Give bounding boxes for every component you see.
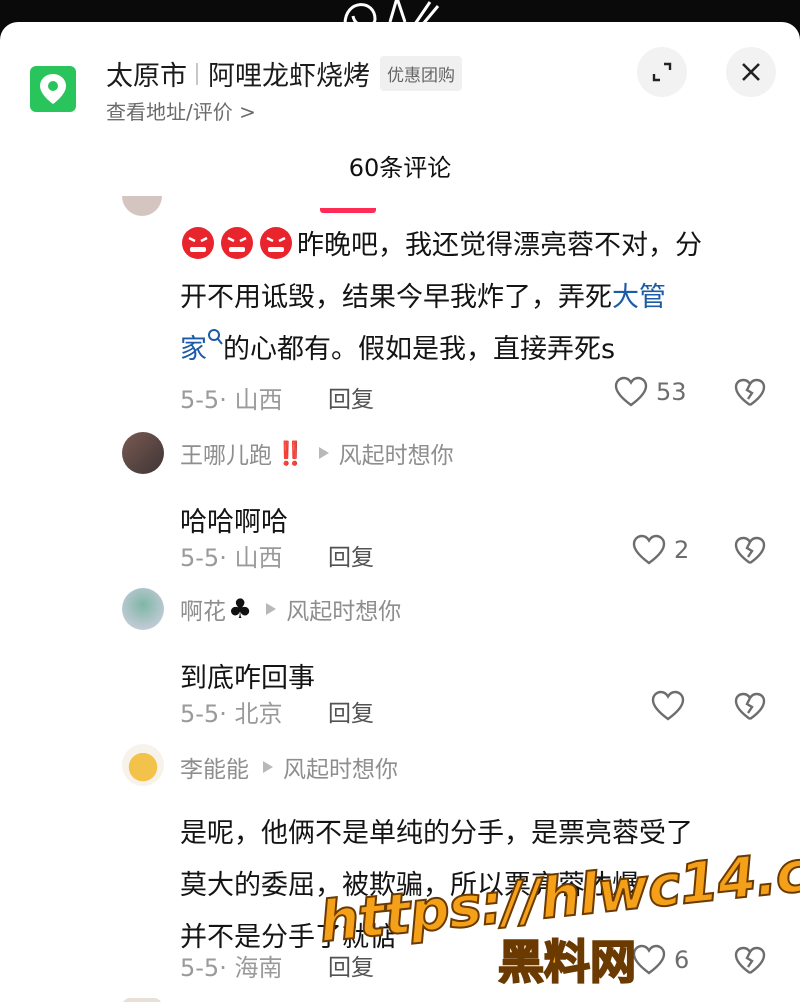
search-link[interactable]: 家 — [180, 334, 207, 365]
reply-arrow-icon — [318, 447, 329, 459]
username[interactable]: 李能能 — [180, 750, 249, 784]
avatar[interactable] — [122, 432, 164, 474]
broken-heart-icon — [734, 692, 766, 720]
like-count: 53 — [656, 378, 687, 406]
double-exclamation-icon: ‼️ — [276, 440, 305, 467]
comment-text-line: 昨晚吧，我还觉得漂亮蓉不对，分 — [180, 220, 702, 278]
comment-author-row: 啊花 ♣ 风起时想你 — [180, 592, 401, 626]
dislike-button[interactable] — [734, 692, 766, 726]
comment-text: 是呢，他俩不是单纯的分手，是票亮蓉受了 — [180, 818, 693, 849]
avatar[interactable] — [122, 744, 164, 786]
reply-button[interactable]: 回复 — [328, 538, 374, 572]
like-button[interactable] — [651, 690, 685, 722]
like-button[interactable]: 6 — [632, 944, 689, 976]
comment-meta: 5-5· 山西 — [180, 386, 283, 414]
location-pin-icon[interactable] — [30, 66, 76, 112]
city-label: 太原市 — [106, 61, 187, 92]
watermark-name: 黑料网 — [497, 934, 637, 990]
expand-icon — [652, 62, 672, 82]
comment-author-row: 王哪儿跑 ‼️ 风起时想你 — [180, 436, 454, 470]
comment-meta: 5-5· 海南 — [180, 954, 283, 982]
reply-to-user[interactable]: 风起时想你 — [339, 436, 454, 470]
comment-meta: 5-5· 山西 — [180, 544, 283, 572]
shop-name: 阿哩龙虾烧烤 — [208, 61, 370, 92]
avatar[interactable] — [122, 588, 164, 630]
comment-author-row: 李能能 风起时想你 — [180, 750, 398, 784]
shop-header[interactable]: 太原市 阿哩龙虾烧烤 优惠团购 — [106, 54, 462, 93]
angry-emoji-icon — [180, 226, 216, 278]
comments-sheet: 太原市 阿哩龙虾烧烤 优惠团购 查看地址/评价 > 60条评论 昨晚吧，我还觉得… — [0, 22, 800, 1002]
expand-button[interactable] — [637, 47, 687, 97]
close-icon — [742, 63, 760, 81]
view-address-link[interactable]: 查看地址/评价 > — [106, 96, 256, 125]
angry-emoji-icon — [219, 226, 255, 278]
username[interactable]: 啊花 — [180, 592, 226, 626]
reply-to-user[interactable]: 风起时想你 — [286, 592, 401, 626]
dislike-button[interactable] — [734, 378, 766, 412]
reply-arrow-icon — [263, 761, 273, 773]
reply-arrow-icon — [266, 603, 277, 615]
title-separator — [196, 62, 198, 85]
close-button[interactable] — [726, 47, 776, 97]
reply-to-user[interactable]: 风起时想你 — [283, 750, 398, 784]
group-buy-badge[interactable]: 优惠团购 — [380, 56, 462, 91]
reply-button[interactable]: 回复 — [328, 380, 374, 414]
comment-text-line: 开不用诋毁，结果今早我炸了，弄死大管 — [180, 272, 666, 324]
comment-count-title: 60条评论 — [348, 154, 452, 182]
heart-icon — [632, 944, 666, 975]
avatar — [122, 998, 162, 1002]
club-suit-icon: ♣ — [228, 593, 253, 625]
comment-text: 的心都有。假如是我，直接弄死s — [223, 334, 616, 365]
comment-text: 开不用诋毁，结果今早我炸了，弄死 — [180, 282, 612, 313]
dislike-button[interactable] — [734, 946, 766, 980]
heart-icon — [632, 534, 666, 565]
broken-heart-icon — [734, 946, 766, 974]
dislike-button[interactable] — [734, 536, 766, 570]
like-count: 6 — [674, 946, 690, 974]
like-count: 2 — [674, 536, 690, 564]
like-button[interactable]: 2 — [632, 534, 689, 566]
broken-heart-icon — [734, 536, 766, 564]
avatar — [122, 196, 162, 216]
search-link[interactable]: 大管 — [612, 282, 666, 313]
like-button[interactable]: 53 — [614, 376, 687, 408]
search-icon — [208, 329, 223, 345]
angry-emoji-icon — [258, 226, 294, 278]
reply-button[interactable]: 回复 — [328, 694, 374, 728]
comment-meta: 5-5· 北京 — [180, 700, 283, 728]
broken-heart-icon — [734, 378, 766, 406]
username[interactable]: 王哪儿跑 — [180, 436, 272, 470]
author-tag-sliver — [320, 208, 376, 213]
heart-icon — [614, 376, 648, 407]
comment-text: 昨晚吧，我还觉得漂亮蓉不对，分 — [297, 230, 702, 261]
comment-text-line: 家的心都有。假如是我，直接弄死s — [180, 324, 615, 376]
heart-icon — [651, 690, 685, 721]
